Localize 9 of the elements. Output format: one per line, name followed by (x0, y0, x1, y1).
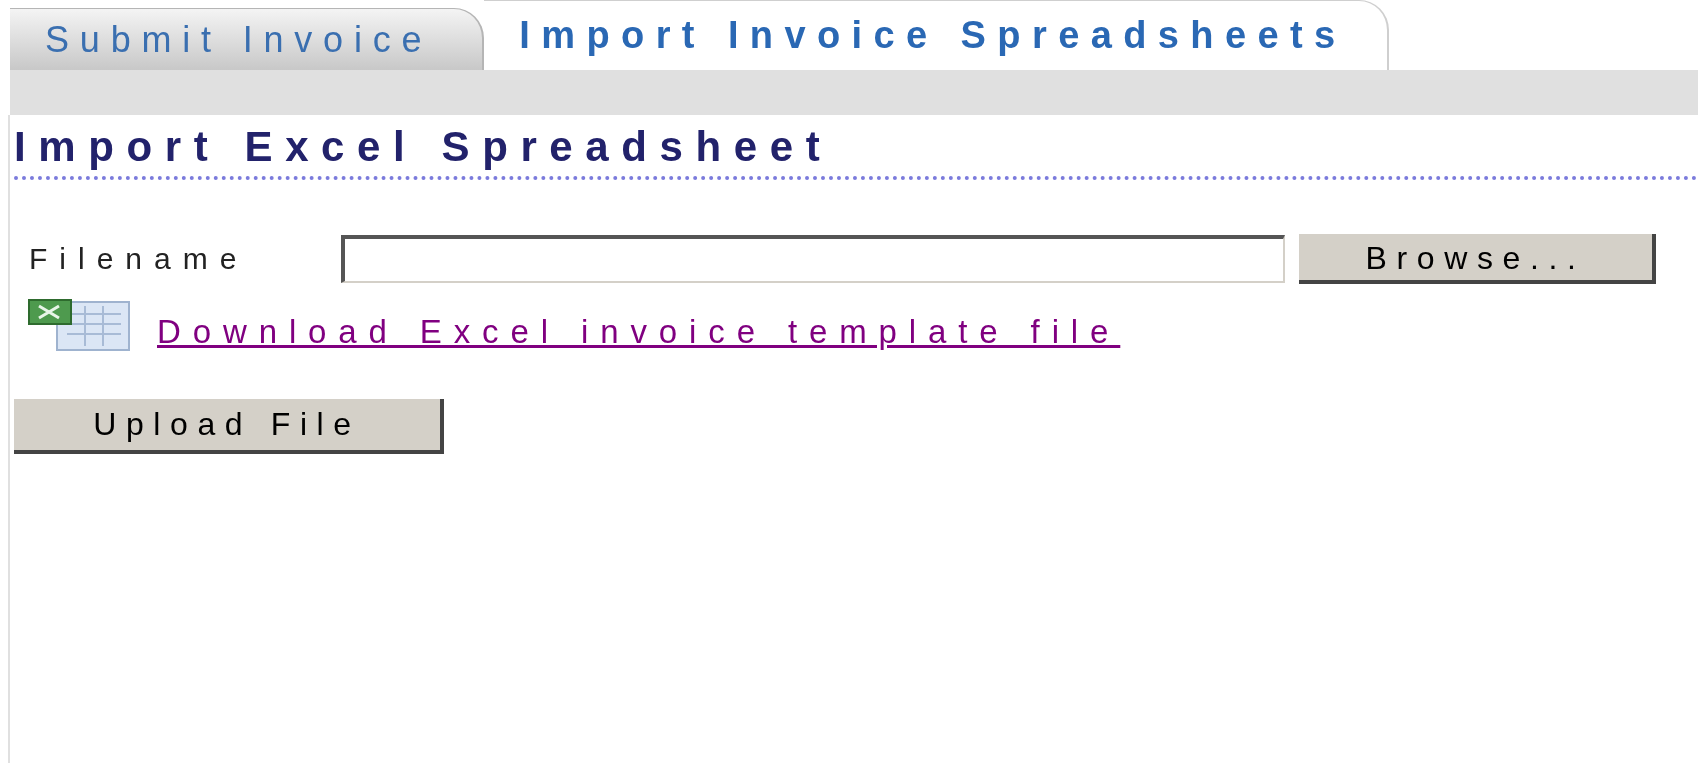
tab[interactable]: Submit Invoice (10, 8, 485, 70)
filename-label: Filename (29, 241, 250, 277)
page-heading: Import Excel Spreadsheet (14, 122, 833, 172)
spreadsheet-file-icon (27, 297, 132, 353)
tab[interactable]: Import Invoice Spreadsheets (484, 0, 1389, 70)
upload-file-button[interactable]: Upload File (14, 398, 444, 454)
file-input[interactable] (341, 234, 1285, 283)
download-template-link[interactable]: Download Excel invoice template file (157, 307, 1121, 357)
browse-button[interactable]: Browse... (1299, 233, 1656, 284)
